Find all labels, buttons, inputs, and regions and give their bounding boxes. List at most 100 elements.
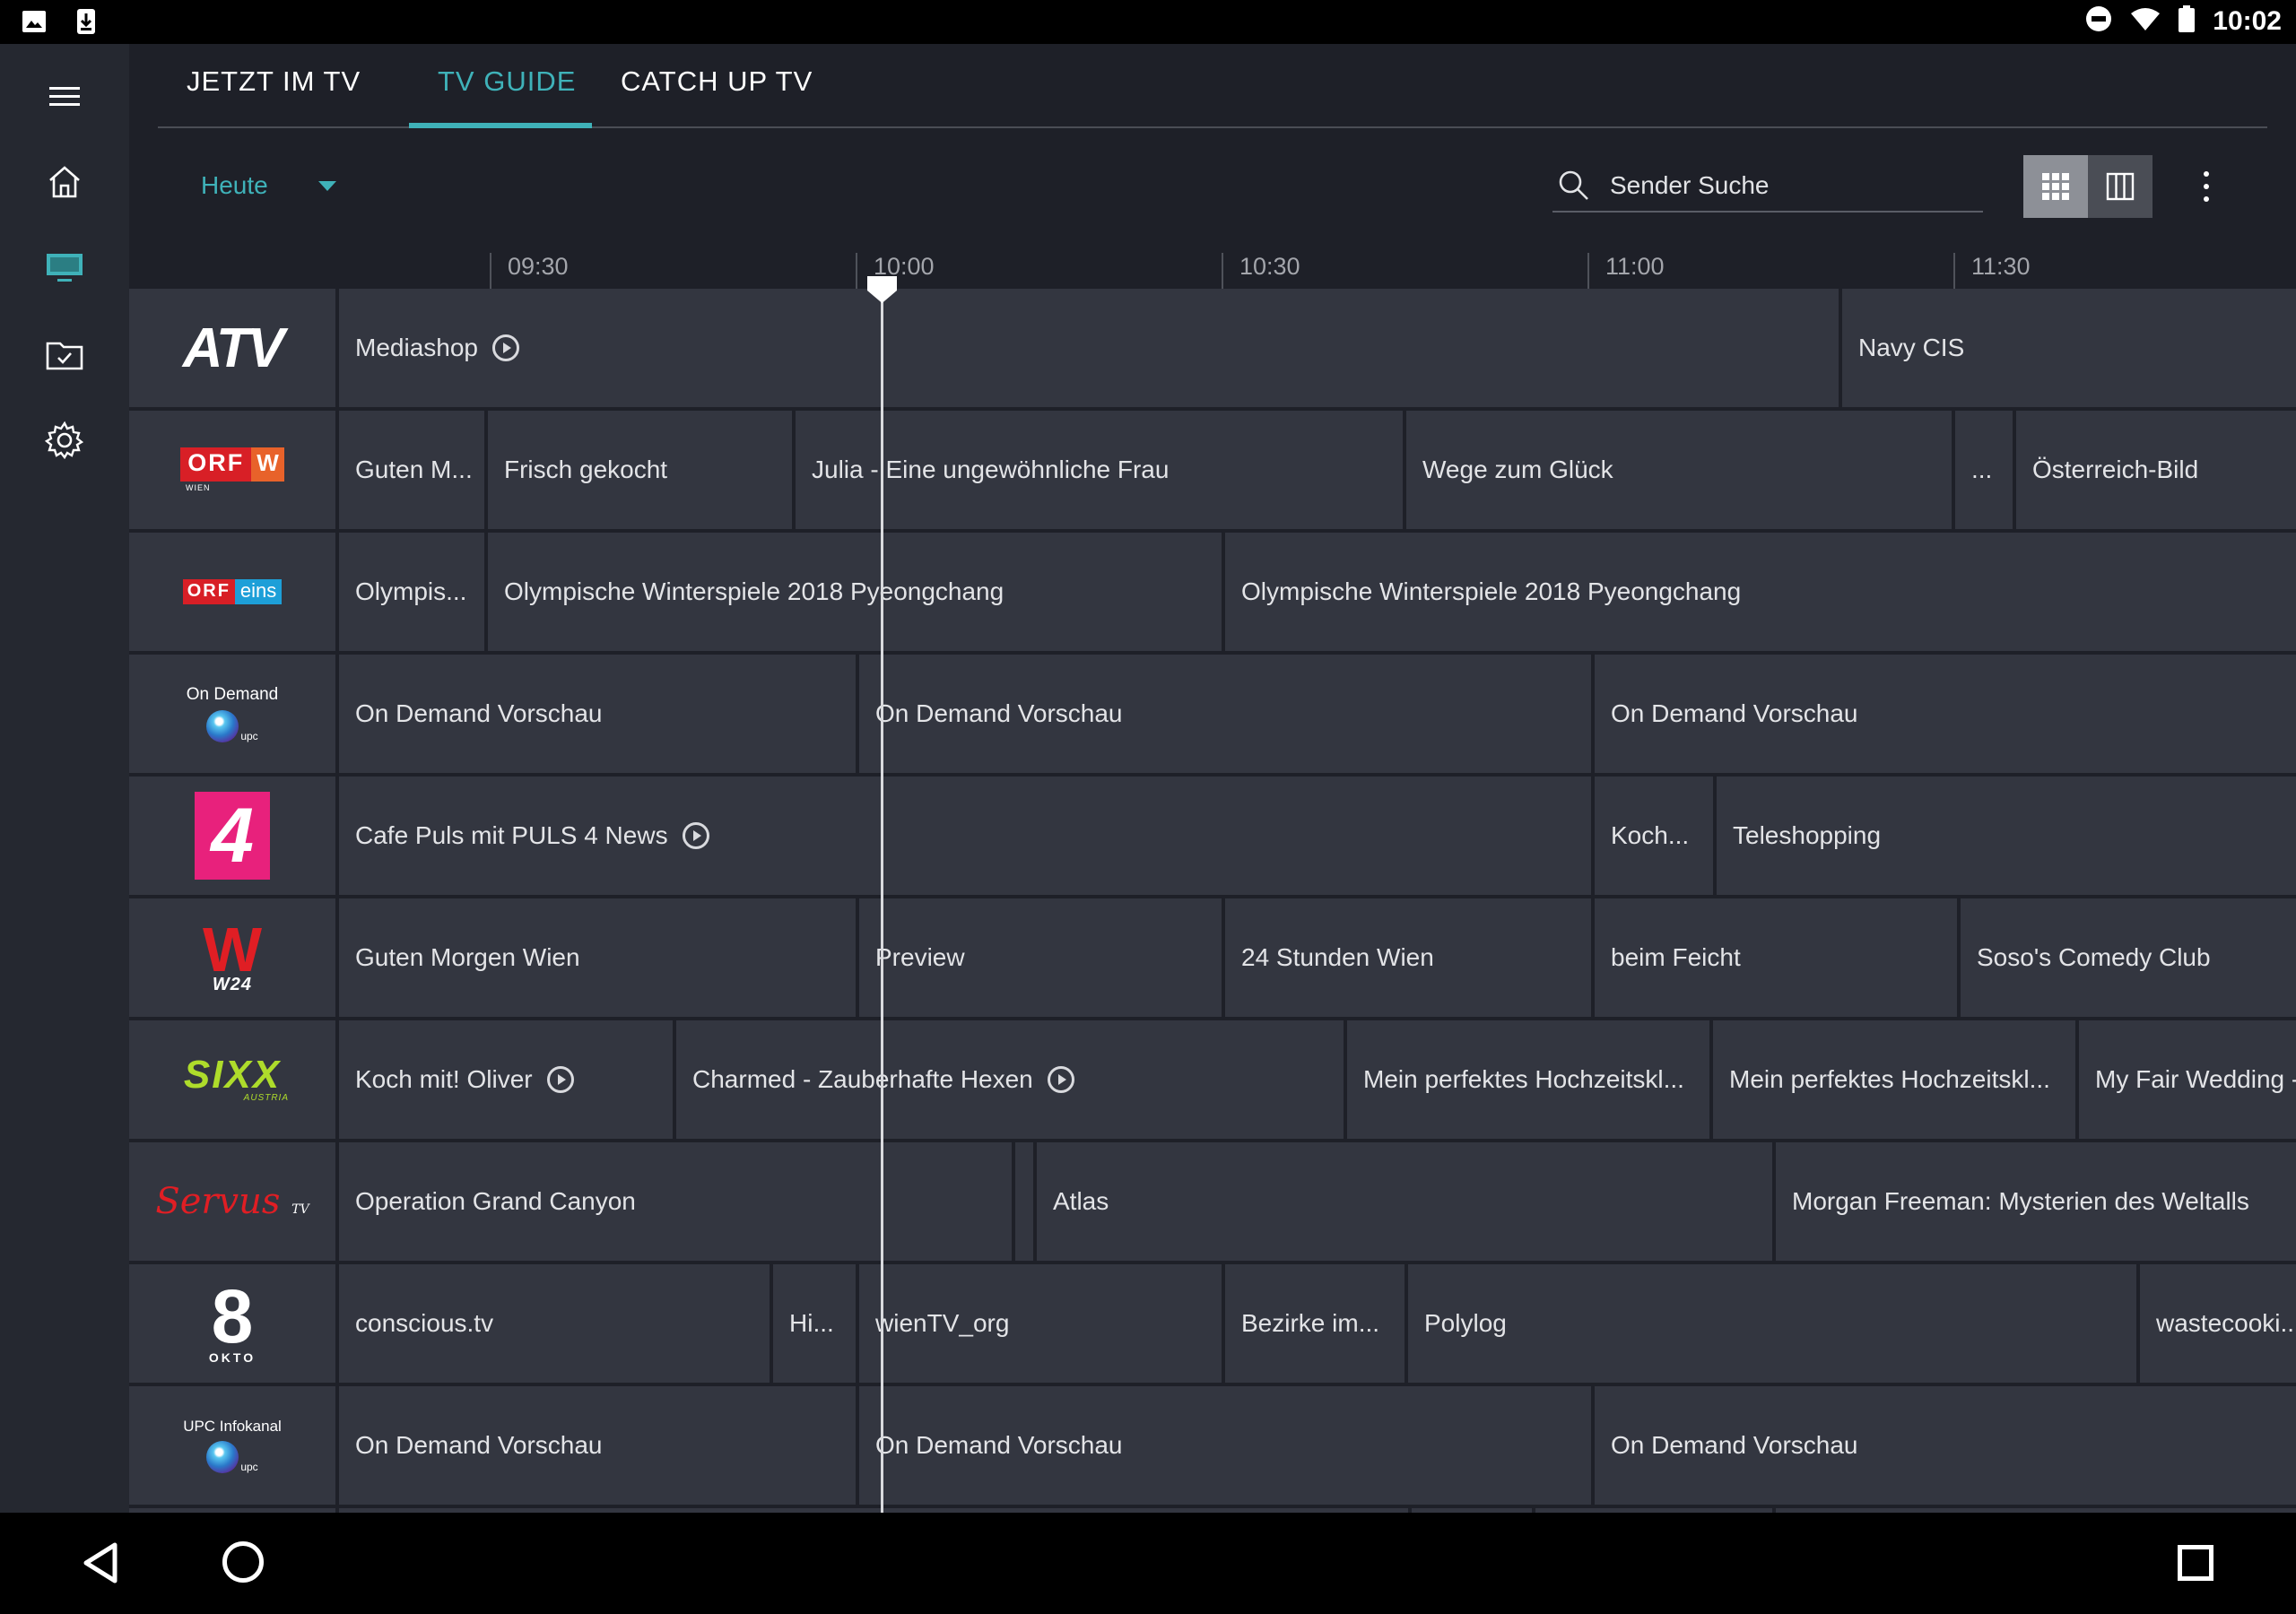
program-cell[interactable]: Hi... bbox=[773, 1264, 856, 1383]
program-cell[interactable]: On Demand Vorschau bbox=[859, 655, 1591, 773]
program-cell[interactable]: Koch mit! Oliver bbox=[339, 1020, 673, 1139]
clock: 10:02 bbox=[2213, 5, 2282, 36]
tab-tv-guide[interactable]: TV GUIDE bbox=[438, 65, 576, 128]
program-cell[interactable]: On Demand Vorschau bbox=[339, 1386, 856, 1505]
channel-row: W W24 Guten Morgen Wien Preview 24 Stunde… bbox=[129, 898, 2296, 1017]
channel-logo-atv[interactable]: ATV bbox=[129, 289, 335, 407]
day-selector[interactable]: Heute bbox=[201, 171, 336, 200]
channel-row: 8 OKTO conscious.tv Hi... wienTV_org Bezi… bbox=[129, 1264, 2296, 1383]
day-selector-label: Heute bbox=[201, 171, 268, 199]
program-cell[interactable]: Olympis... bbox=[339, 533, 484, 651]
program-cell[interactable]: ... bbox=[1955, 411, 2013, 529]
program-cell[interactable]: On Demand Vorschau bbox=[339, 655, 856, 773]
program-cell[interactable]: On Demand Vorschau bbox=[859, 1386, 1591, 1505]
program-cell[interactable] bbox=[1015, 1142, 1033, 1261]
wifi-icon bbox=[2130, 6, 2161, 36]
home-button[interactable] bbox=[36, 153, 93, 211]
more-options-button[interactable] bbox=[2188, 155, 2224, 218]
channel-row: ORF eins Olympis... Olympische Winterspie… bbox=[129, 533, 2296, 651]
program-cell[interactable]: wienTV_org bbox=[859, 1264, 1222, 1383]
program-cell[interactable]: Bezirke im... bbox=[1225, 1264, 1405, 1383]
tab-catch-up-tv[interactable]: CATCH UP TV bbox=[621, 65, 813, 128]
tab-jetzt-im-tv[interactable]: JETZT IM TV bbox=[187, 65, 361, 128]
program-cell[interactable]: Atlas bbox=[1037, 1142, 1772, 1261]
sidebar bbox=[0, 44, 129, 1513]
upc-logo: upc bbox=[206, 710, 258, 742]
program-cell[interactable]: beim Feicht bbox=[1595, 898, 1957, 1017]
current-time-line bbox=[881, 276, 883, 1513]
program-cell[interactable]: Olympische Winterspiele 2018 Pyeongchang bbox=[1225, 533, 2296, 651]
epg-grid: ATV Mediashop Navy CIS ORF W WIEN Guten M… bbox=[129, 289, 2296, 1513]
program-cell[interactable]: My Fair Wedding - bbox=[2079, 1020, 2296, 1139]
time-tick: 09:30 bbox=[490, 253, 569, 289]
status-bar: 10:02 bbox=[0, 0, 2296, 44]
time-tick: 10:30 bbox=[1222, 253, 1300, 289]
channel-logo-upc-infokanal[interactable]: UPC Infokanal upc bbox=[129, 1386, 335, 1505]
puls4-logo: 4 bbox=[195, 792, 270, 880]
search-placeholder: Sender Suche bbox=[1610, 171, 1770, 199]
column-view-button[interactable] bbox=[2088, 155, 2152, 218]
program-cell[interactable]: Charmed - Zauberhafte Hexen bbox=[676, 1020, 1344, 1139]
program-cell[interactable]: Operation Grand Canyon bbox=[339, 1142, 1012, 1261]
upc-logo: upc bbox=[206, 1441, 258, 1473]
channel-logo-orf-eins[interactable]: ORF eins bbox=[129, 533, 335, 651]
menu-button[interactable] bbox=[36, 67, 93, 125]
channel-logo-on-demand[interactable]: On Demand upc bbox=[129, 655, 335, 773]
program-cell[interactable]: Polylog bbox=[1408, 1264, 2136, 1383]
servus-tv-logo: Servus TV bbox=[155, 1181, 309, 1222]
current-time-marker-icon bbox=[867, 276, 897, 303]
channel-row: Servus TV Operation Grand Canyon Atlas M… bbox=[129, 1142, 2296, 1261]
timeline: 09:30 10:00 10:30 11:00 11:30 bbox=[129, 242, 2296, 289]
program-cell[interactable]: Preview bbox=[859, 898, 1222, 1017]
program-cell[interactable]: Österreich-Bild bbox=[2016, 411, 2296, 529]
replay-icon bbox=[682, 822, 709, 849]
download-notification-icon bbox=[72, 8, 100, 35]
program-cell[interactable]: Teleshopping bbox=[1717, 777, 2296, 895]
navigation-bar bbox=[0, 1513, 2296, 1614]
channel-logo-sixx[interactable]: SIXX AUSTRIA bbox=[129, 1020, 335, 1139]
program-cell[interactable]: Wege zum Glück bbox=[1406, 411, 1952, 529]
w24-logo: W W24 bbox=[202, 914, 263, 994]
channel-logo-servus-tv[interactable]: Servus TV bbox=[129, 1142, 335, 1261]
okto-logo: 8 OKTO bbox=[208, 1274, 257, 1365]
channel-logo-puls4[interactable]: 4 bbox=[129, 777, 335, 895]
program-cell[interactable]: Navy CIS bbox=[1842, 289, 2296, 407]
do-not-disturb-icon bbox=[2085, 5, 2112, 37]
recordings-button[interactable] bbox=[36, 325, 93, 383]
program-cell[interactable]: wastecooki... bbox=[2140, 1264, 2296, 1383]
program-cell[interactable]: Koch... bbox=[1595, 777, 1713, 895]
sixx-logo: SIXX bbox=[183, 1052, 282, 1097]
channel-logo-okto[interactable]: 8 OKTO bbox=[129, 1264, 335, 1383]
program-cell[interactable]: Julia - Eine ungewöhnliche Frau bbox=[796, 411, 1403, 529]
program-cell[interactable]: 24 Stunden Wien bbox=[1225, 898, 1591, 1017]
atv-logo: ATV bbox=[182, 317, 284, 379]
replay-icon bbox=[1047, 1066, 1074, 1093]
program-cell[interactable]: Frisch gekocht bbox=[488, 411, 792, 529]
columns-icon bbox=[2106, 172, 2135, 201]
battery-icon bbox=[2179, 5, 2196, 37]
settings-button[interactable] bbox=[36, 412, 93, 469]
program-cell[interactable]: Olympische Winterspiele 2018 Pyeongchang bbox=[488, 533, 1222, 651]
program-cell[interactable]: Morgan Freeman: Mysterien des Weltalls bbox=[1776, 1142, 2296, 1261]
program-cell[interactable]: On Demand Vorschau bbox=[1595, 1386, 2296, 1505]
program-cell[interactable]: Soso's Comedy Club bbox=[1961, 898, 2296, 1017]
program-cell[interactable]: Cafe Puls mit PULS 4 News bbox=[339, 777, 1591, 895]
replay-icon bbox=[491, 334, 519, 361]
back-icon[interactable] bbox=[81, 1541, 120, 1584]
program-cell[interactable]: conscious.tv bbox=[339, 1264, 770, 1383]
channel-search-field[interactable]: Sender Suche bbox=[1552, 161, 1983, 213]
time-tick: 11:00 bbox=[1587, 253, 1665, 289]
program-cell[interactable]: Mein perfektes Hochzeitskl... bbox=[1347, 1020, 1709, 1139]
program-cell[interactable]: Mein perfektes Hochzeitskl... bbox=[1713, 1020, 2075, 1139]
program-cell[interactable]: Guten Morgen Wien bbox=[339, 898, 856, 1017]
grid-view-button[interactable] bbox=[2023, 155, 2088, 218]
replay-icon bbox=[546, 1066, 574, 1093]
program-cell[interactable]: Mediashop bbox=[339, 289, 1839, 407]
channel-logo-orf-wien[interactable]: ORF W WIEN bbox=[129, 411, 335, 529]
channel-logo-w24[interactable]: W W24 bbox=[129, 898, 335, 1017]
program-cell[interactable]: On Demand Vorschau bbox=[1595, 655, 2296, 773]
program-cell[interactable]: Guten M... bbox=[339, 411, 484, 529]
home-nav-icon[interactable] bbox=[222, 1541, 264, 1583]
recent-apps-icon[interactable] bbox=[2178, 1545, 2213, 1581]
tv-button[interactable] bbox=[36, 239, 93, 297]
